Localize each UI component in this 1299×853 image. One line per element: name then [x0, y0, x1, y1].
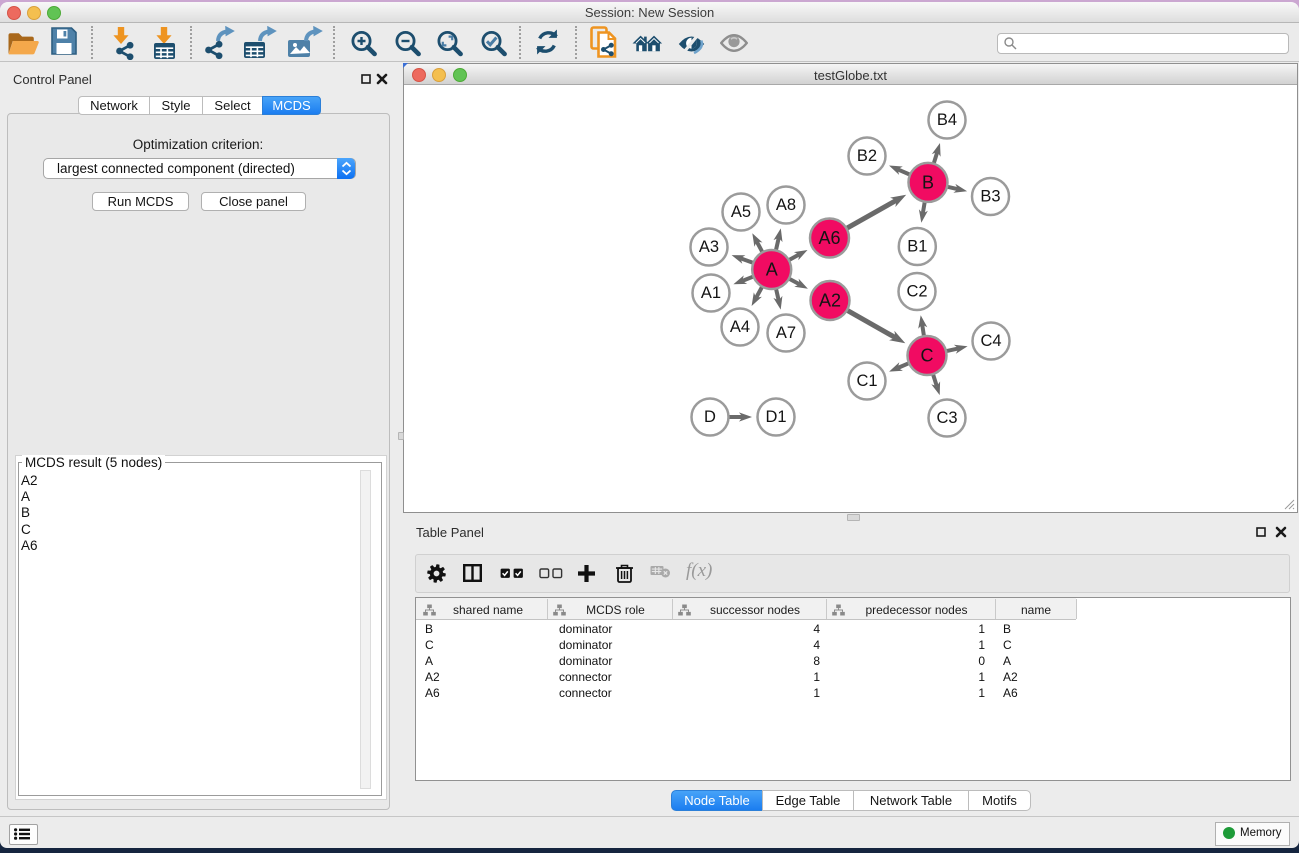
svg-text:B1: B1 [907, 238, 927, 256]
svg-text:A4: A4 [730, 318, 750, 336]
svg-text:B4: B4 [937, 111, 957, 129]
svg-text:C3: C3 [936, 409, 957, 427]
svg-text:D: D [704, 408, 716, 426]
svg-text:C1: C1 [856, 372, 877, 390]
svg-text:B3: B3 [980, 188, 1000, 206]
svg-text:C: C [921, 346, 934, 366]
svg-text:A8: A8 [776, 196, 796, 214]
svg-text:A3: A3 [699, 238, 719, 256]
svg-text:A6: A6 [818, 228, 840, 248]
svg-text:A7: A7 [776, 324, 796, 342]
svg-text:A1: A1 [701, 284, 721, 302]
svg-text:B2: B2 [857, 147, 877, 165]
svg-text:C4: C4 [980, 332, 1001, 350]
svg-text:A5: A5 [731, 203, 751, 221]
svg-text:A: A [766, 260, 778, 280]
svg-text:A2: A2 [819, 291, 841, 311]
svg-text:D1: D1 [765, 408, 786, 426]
svg-text:C2: C2 [906, 283, 927, 301]
svg-text:B: B [922, 172, 934, 192]
